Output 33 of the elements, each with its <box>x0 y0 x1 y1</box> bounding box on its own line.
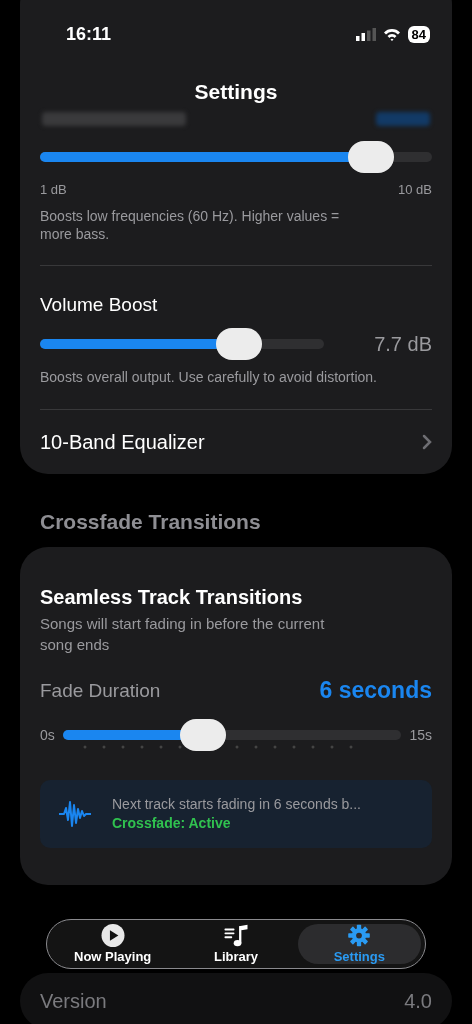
setting-value: 7.7 dB <box>374 332 432 357</box>
status-text: Crossfade: Active <box>112 815 232 832</box>
slider-thumb[interactable] <box>347 141 394 173</box>
setting-description: Boosts overall output. Use carefully to avoid distortion. <box>40 368 378 387</box>
min-label: 0s <box>40 726 55 744</box>
equalizer-row[interactable]: 10-Band Equalizer <box>40 430 432 455</box>
tab[interactable]: Settings <box>297 924 421 964</box>
section-title: Crossfade Transitions <box>39 510 262 535</box>
setting-description: Boosts low frequencies (60 Hz). Higher values = more bass. <box>40 206 341 243</box>
page-title: Settings <box>194 78 278 104</box>
setting-label: Version <box>40 989 107 1013</box>
slider[interactable] <box>62 719 402 751</box>
slider-thumb[interactable] <box>179 719 226 751</box>
setting-value: 4.0 <box>404 989 432 1013</box>
tab[interactable]: Now Playing <box>51 924 175 964</box>
wifi-icon <box>382 28 401 42</box>
slider-thumb[interactable] <box>216 328 263 361</box>
tab[interactable]: Library <box>174 924 298 964</box>
signal-icon <box>355 28 376 42</box>
waveform-icon <box>58 798 92 830</box>
setting-value: 6 seconds <box>319 677 432 705</box>
status-time: 16:11 <box>66 24 112 46</box>
slider[interactable] <box>40 141 432 173</box>
info-text: Next track starts fading in 6 seconds b... <box>112 796 361 813</box>
setting-label: Volume Boost <box>40 293 159 317</box>
max-label: 15s <box>409 726 432 744</box>
chevron-right-icon <box>422 434 432 451</box>
max-label: 10 dB <box>398 182 432 198</box>
card-title: Seamless Track Transitions <box>40 585 304 610</box>
min-label: 1 dB <box>40 182 67 198</box>
card-subtitle: Songs will start fading in before the current song ends <box>40 614 326 656</box>
setting-label: Fade Duration <box>40 679 161 703</box>
slider[interactable] <box>40 328 325 361</box>
